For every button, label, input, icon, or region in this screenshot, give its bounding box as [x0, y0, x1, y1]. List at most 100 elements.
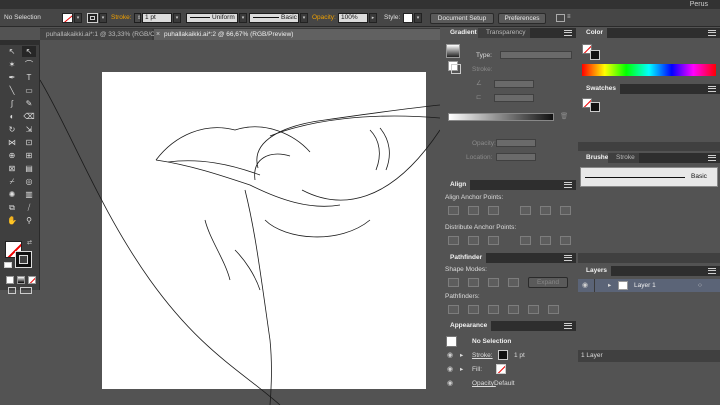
lasso-tool-icon[interactable]: ⌒	[22, 59, 36, 70]
opacity-label[interactable]: Opacity:	[312, 14, 336, 22]
screen-mode-icon[interactable]	[20, 287, 32, 294]
panel-menu-icon[interactable]	[708, 86, 716, 92]
tab-document-1[interactable]: puhallakaikki.ai*:1 @ 33,33% (RGB/Outlin…	[40, 29, 173, 40]
swatch-stroke[interactable]	[590, 102, 600, 112]
tab-transparency[interactable]: Transparency	[478, 28, 530, 38]
expand-triangle-icon[interactable]: ▸	[608, 282, 611, 290]
line-tool-icon[interactable]: ╲	[5, 85, 19, 96]
eraser-tool-icon[interactable]: ⌫	[22, 111, 36, 122]
tab-layers[interactable]: Layers	[578, 266, 611, 276]
color-mode-icon[interactable]	[6, 276, 14, 284]
preferences-button[interactable]: Preferences	[498, 13, 546, 24]
panel-menu-icon[interactable]	[564, 30, 572, 36]
stroke-color-dropdown[interactable]: ▾	[99, 13, 107, 23]
tab-gradient[interactable]: Gradient	[442, 28, 481, 38]
blend-tool-icon[interactable]: ◎	[22, 176, 36, 187]
angle-field[interactable]	[494, 80, 534, 88]
distribute-bottom-icon[interactable]	[488, 236, 499, 245]
swap-fill-stroke-icon[interactable]: ⇄	[27, 239, 32, 246]
trim-icon[interactable]	[468, 305, 479, 314]
align-top-icon[interactable]	[520, 206, 531, 215]
stroke-weight-stepper[interactable]: ⇕	[134, 13, 141, 23]
panel-menu-icon[interactable]	[564, 323, 572, 329]
layer-row[interactable]: ◉ ▸ Layer 1 ○	[578, 279, 720, 292]
type-dropdown[interactable]	[500, 51, 572, 59]
none-mode-icon[interactable]	[28, 276, 36, 284]
stroke-swatch[interactable]	[87, 13, 98, 23]
brush-dropdown[interactable]: ▾	[300, 13, 308, 23]
brush-definition[interactable]: Basic	[249, 13, 299, 23]
tab-appearance[interactable]: Appearance	[442, 321, 492, 331]
shape-builder-tool-icon[interactable]: ⊕	[5, 150, 19, 161]
scale-tool-icon[interactable]: ⇲	[22, 124, 36, 135]
divide-icon[interactable]	[448, 305, 459, 314]
free-transform-tool-icon[interactable]: ⊡	[22, 137, 36, 148]
panel-menu-icon[interactable]	[708, 268, 716, 274]
canvas-area[interactable]	[40, 40, 440, 405]
gradient-mode-icon[interactable]	[17, 276, 25, 284]
tab-stroke[interactable]: Stroke	[608, 153, 639, 163]
stroke-weight-dropdown[interactable]: ▾	[173, 13, 181, 23]
gradient-location-field[interactable]	[496, 153, 536, 161]
appearance-opacity-label[interactable]: Opacity:	[472, 380, 496, 388]
intersect-icon[interactable]	[488, 278, 499, 287]
perspective-grid-tool-icon[interactable]: ⊞	[22, 150, 36, 161]
align-left-icon[interactable]	[448, 206, 459, 215]
hand-tool-icon[interactable]: ✋	[5, 215, 19, 226]
expand-triangle-icon[interactable]: ▸	[460, 366, 463, 374]
default-fill-stroke-icon[interactable]	[4, 262, 12, 268]
fill-none-swatch[interactable]	[62, 13, 73, 23]
zoom-tool-icon[interactable]: ⚲	[22, 215, 36, 226]
target-icon[interactable]: ○	[698, 282, 702, 290]
draw-normal-icon[interactable]	[8, 287, 16, 294]
profile-dropdown[interactable]: ▾	[239, 13, 247, 23]
pencil-tool-icon[interactable]: ✎	[22, 98, 36, 109]
aspect-ratio-field[interactable]	[494, 94, 534, 102]
magic-wand-tool-icon[interactable]: ✶	[5, 59, 19, 70]
width-tool-icon[interactable]: ⋈	[5, 137, 19, 148]
gradient-opacity-field[interactable]	[496, 139, 536, 147]
eye-icon[interactable]: ◉	[447, 379, 453, 387]
close-icon[interactable]: ×	[156, 29, 160, 40]
control-bar-menu-icon[interactable]: ≡	[567, 14, 573, 22]
rotate-tool-icon[interactable]: ↻	[5, 124, 19, 135]
panel-menu-icon[interactable]	[564, 255, 572, 261]
unite-icon[interactable]	[448, 278, 459, 287]
slice-tool-icon[interactable]: ⧸	[22, 202, 36, 213]
mesh-tool-icon[interactable]: ⊠	[5, 163, 19, 174]
stroke-label[interactable]: Stroke:	[111, 14, 132, 22]
distribute-left-icon[interactable]	[520, 236, 531, 245]
expand-button[interactable]: Expand	[528, 277, 568, 288]
brush-item-basic[interactable]: Basic	[580, 167, 718, 187]
panel-menu-icon[interactable]	[708, 30, 716, 36]
delete-stop-icon[interactable]: 🗑	[560, 113, 568, 121]
gradient-stroke-icon[interactable]	[451, 64, 461, 74]
graphic-style-swatch[interactable]	[403, 13, 413, 23]
workspace-switcher[interactable]: Perus	[690, 0, 708, 9]
exclude-icon[interactable]	[508, 278, 519, 287]
tools-panel-header[interactable]	[0, 40, 40, 45]
minus-front-icon[interactable]	[468, 278, 479, 287]
blob-brush-tool-icon[interactable]: ◐	[5, 111, 19, 122]
document-setup-button[interactable]: Document Setup	[430, 13, 494, 24]
distribute-right-icon[interactable]	[560, 236, 571, 245]
appearance-stroke-weight[interactable]: 1 pt	[514, 352, 525, 360]
color-stroke-swatch[interactable]	[590, 50, 600, 60]
paintbrush-tool-icon[interactable]: ∫	[5, 98, 19, 109]
outline-icon[interactable]	[528, 305, 539, 314]
appearance-stroke-swatch[interactable]	[498, 350, 508, 360]
gradient-preview-swatch[interactable]	[446, 44, 460, 58]
tab-swatches[interactable]: Swatches	[578, 84, 620, 94]
layer-name[interactable]: Layer 1	[634, 282, 656, 290]
variable-width-profile[interactable]: Uniform	[186, 13, 238, 23]
symbol-sprayer-tool-icon[interactable]: ✺	[5, 189, 19, 200]
panel-menu-icon[interactable]	[708, 155, 716, 161]
column-graph-tool-icon[interactable]: ▥	[22, 189, 36, 200]
artwork-svg[interactable]	[40, 40, 440, 405]
rectangle-tool-icon[interactable]: ▭	[22, 85, 36, 96]
type-tool-icon[interactable]: T	[22, 72, 36, 83]
tab-document-2[interactable]: × puhallakaikki.ai*:2 @ 66,67% (RGB/Prev…	[154, 29, 440, 40]
fill-dropdown[interactable]: ▾	[74, 13, 82, 23]
panel-menu-icon[interactable]	[564, 182, 572, 188]
align-horizontal-center-icon[interactable]	[468, 206, 479, 215]
